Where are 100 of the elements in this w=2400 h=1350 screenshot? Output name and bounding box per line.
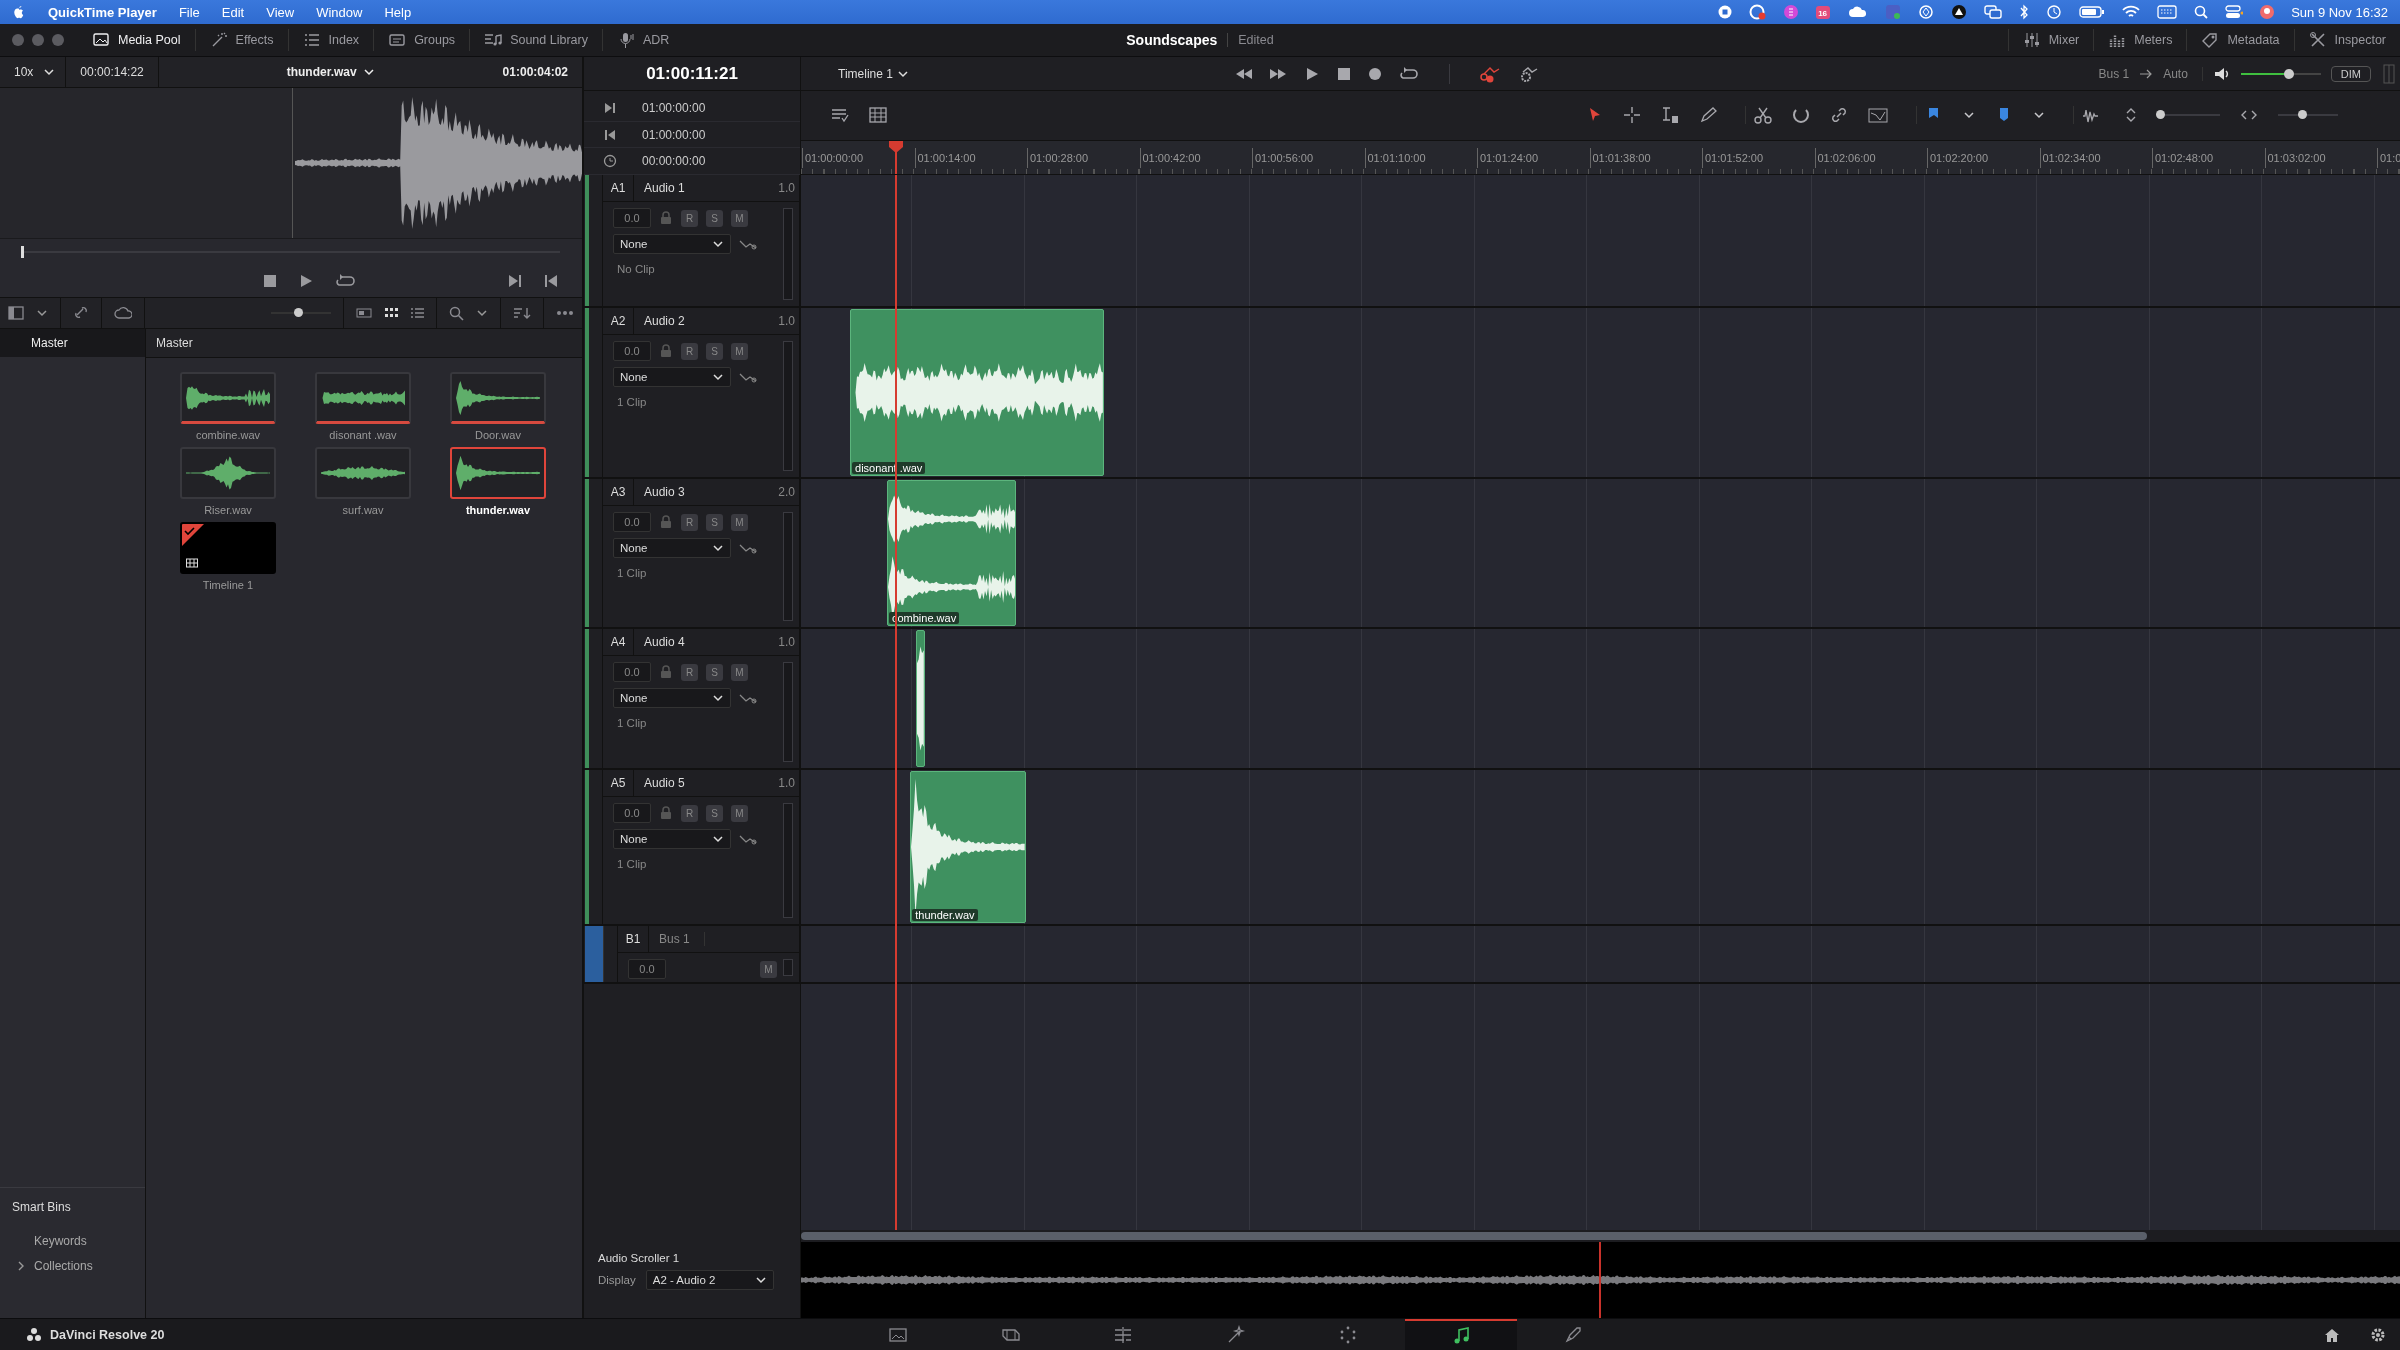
automation-icon[interactable] (739, 692, 757, 704)
timecode-field[interactable]: 01:00:00:00 (642, 100, 706, 115)
clip-thumbnail[interactable] (450, 447, 546, 499)
panel-toggle-icon[interactable] (8, 306, 24, 320)
track-name[interactable]: Bus 1 (649, 932, 705, 946)
scrollbar-thumb[interactable] (801, 1232, 2147, 1240)
loop-icon[interactable] (335, 274, 355, 288)
bus-output[interactable]: Bus 1 (2098, 66, 2130, 81)
toolbar-tab[interactable]: Inspector (2293, 29, 2400, 51)
clock-text[interactable]: Sun 9 Nov 16:32 (2291, 4, 2388, 20)
crosshair-icon[interactable] (1623, 106, 1641, 125)
effect-dropdown[interactable]: None (613, 367, 731, 387)
toolbar-tab[interactable]: Sound Library (469, 29, 602, 51)
record-arm-button[interactable]: R (681, 342, 698, 360)
grid-view-icon[interactable] (384, 307, 398, 319)
record-arm-button[interactable]: R (681, 513, 698, 531)
record-arm-button[interactable]: R (681, 804, 698, 822)
previous-frame-icon[interactable] (544, 274, 558, 288)
timecode-field[interactable]: 01:00:00:00 (642, 127, 706, 142)
audio-clip[interactable]: thunder.wav (910, 771, 1026, 923)
clip-thumbnail[interactable] (315, 447, 411, 499)
volume-field[interactable]: 0.0 (613, 803, 651, 823)
window-button[interactable] (32, 34, 44, 46)
automation-icon[interactable] (739, 542, 757, 554)
mute-button[interactable]: M (731, 804, 748, 822)
next-frame-icon[interactable] (508, 274, 522, 288)
list-view-icon[interactable] (410, 307, 424, 319)
pencil-icon[interactable] (1699, 106, 1717, 125)
automation-icon[interactable] (739, 371, 757, 383)
menu-item[interactable]: Edit (221, 4, 245, 20)
stop-icon[interactable] (263, 274, 277, 288)
window-button[interactable] (52, 34, 64, 46)
link-icon[interactable] (1830, 106, 1848, 125)
chevron-icon[interactable] (16, 1260, 26, 1271)
record-arm-button[interactable]: R (681, 663, 698, 681)
app-menu[interactable]: QuickTime Player (48, 4, 157, 20)
track-name[interactable]: Audio 2 (634, 314, 685, 328)
cloud-icon[interactable] (1848, 5, 1869, 19)
smart-bin-item[interactable]: Collections (16, 1253, 99, 1278)
clip-thumbnail[interactable] (315, 372, 411, 424)
play-icon[interactable] (299, 274, 313, 288)
clock-icon[interactable] (2046, 4, 2063, 20)
clip-thumbnail[interactable] (450, 372, 546, 424)
volume-field[interactable]: 0.0 (613, 512, 651, 532)
clip-name-dropdown[interactable]: thunder.wav (286, 65, 357, 79)
track-name[interactable]: Audio 4 (634, 635, 685, 649)
volume-field[interactable]: 0.0 (613, 208, 651, 228)
smart-bin-item[interactable]: Keywords (16, 1228, 93, 1253)
toolbar-tab[interactable]: Metadata (2186, 29, 2294, 51)
filmstrip-view-icon[interactable] (356, 307, 372, 319)
toolbar-tab[interactable]: Media Pool (78, 29, 195, 51)
avatar-icon[interactable] (2260, 5, 2275, 19)
audio-clip[interactable]: disonant .wav (850, 309, 1104, 476)
scissors-icon[interactable] (1754, 106, 1772, 125)
track-name[interactable]: Audio 3 (634, 485, 685, 499)
slider-thumb[interactable] (21, 246, 24, 258)
cloud-icon[interactable] (114, 306, 132, 320)
trim-tool-icon[interactable] (1661, 106, 1679, 125)
mute-button[interactable]: M (731, 663, 748, 681)
app-icon[interactable] (1951, 4, 1968, 20)
slider-thumb[interactable] (294, 308, 303, 317)
settings-icon[interactable] (2370, 1326, 2386, 1343)
clip-thumbnail[interactable] (180, 372, 276, 424)
timeline-thumbnail[interactable] (180, 522, 276, 574)
more-icon[interactable] (556, 310, 574, 316)
slider-thumb[interactable] (2283, 68, 2294, 79)
apple-icon[interactable] (12, 4, 26, 20)
solo-button[interactable]: S (706, 804, 723, 822)
window-button[interactable] (12, 34, 24, 46)
effect-dropdown[interactable]: None (613, 688, 731, 708)
effect-dropdown[interactable]: None (613, 234, 731, 254)
solo-button[interactable]: S (706, 209, 723, 227)
window-icon[interactable] (1984, 5, 2003, 19)
mute-button[interactable]: M (760, 960, 777, 978)
menu-item[interactable]: View (266, 4, 295, 20)
display-dropdown[interactable]: A2 - Audio 2 (645, 1270, 774, 1290)
mute-button[interactable]: M (731, 342, 748, 360)
bin-item[interactable]: Master (0, 329, 145, 357)
toolbar-tab[interactable]: Groups (373, 29, 470, 51)
zoom-dropdown[interactable]: 10x (14, 65, 34, 79)
home-icon[interactable] (2324, 1326, 2340, 1343)
search-icon[interactable] (2194, 5, 2209, 19)
automation-mode[interactable]: Auto (2163, 66, 2188, 81)
sort-icon[interactable] (513, 306, 531, 320)
menu-item[interactable]: Window (316, 4, 363, 20)
solo-button[interactable]: S (706, 663, 723, 681)
solo-button[interactable]: S (706, 342, 723, 360)
battery-icon[interactable] (2079, 5, 2106, 19)
track-name[interactable]: Audio 1 (634, 181, 685, 195)
volume-field[interactable]: 0.0 (613, 662, 651, 682)
control-center-icon[interactable] (2225, 5, 2244, 19)
keyboard-icon[interactable] (2157, 5, 2178, 19)
toolbar-tab[interactable]: Index (287, 29, 374, 51)
toolbar-tab[interactable]: ADR (601, 29, 684, 51)
menu-item[interactable]: File (178, 4, 200, 20)
solo-button[interactable]: S (706, 513, 723, 531)
automation-curve-icon[interactable] (1868, 106, 1888, 125)
playhead-handle[interactable] (889, 140, 904, 153)
slider-thumb[interactable] (2298, 110, 2307, 120)
wifi-icon[interactable] (2122, 5, 2141, 19)
